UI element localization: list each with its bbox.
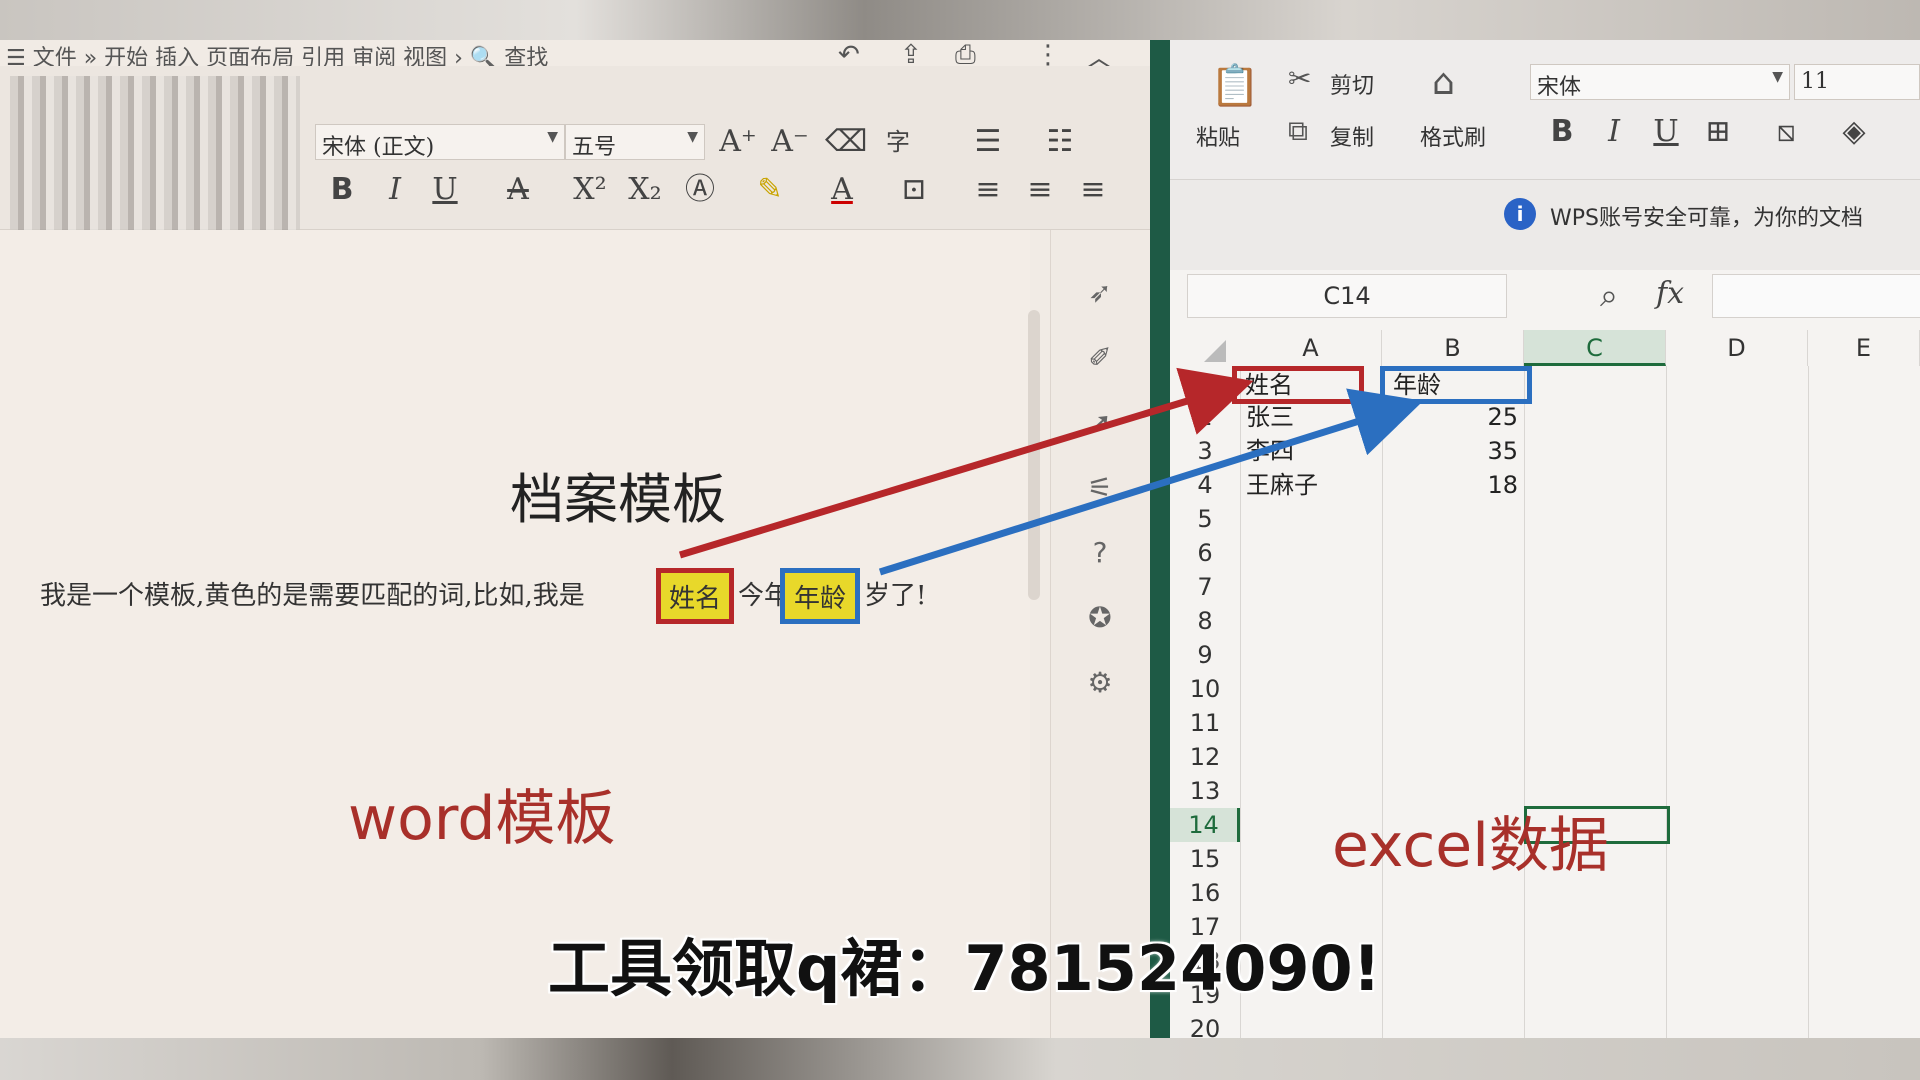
video-subtitle: 工具领取q裙：781524090! [548,932,1381,1005]
background-strip-bottom [0,1038,1920,1080]
red-arrow [678,367,1254,559]
blue-arrow [878,388,1424,576]
